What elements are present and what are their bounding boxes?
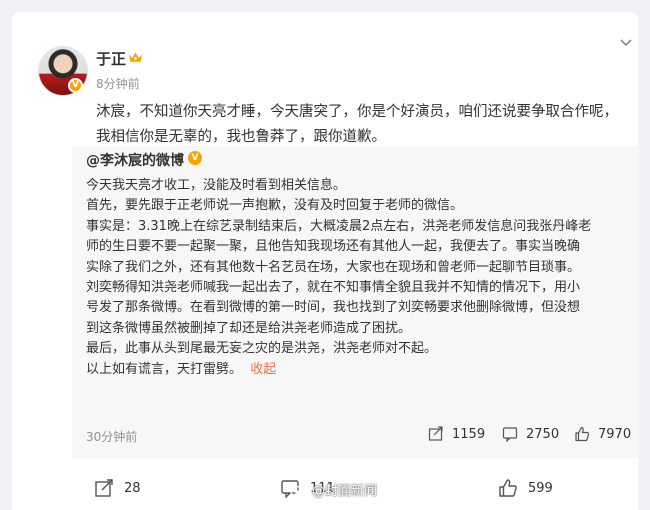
watermark: @封面新闻 <box>290 480 377 499</box>
comment-icon <box>502 427 518 442</box>
like-count: 7970 <box>598 426 632 442</box>
repost-text-line: 师的生日要不要一起聚一聚，且他告知我现场还有其他人一起，我便去了。事实当晚确 <box>86 239 581 255</box>
thumbs-up-icon <box>575 426 590 442</box>
share-icon <box>428 426 443 441</box>
post-author-name[interactable]: 于正 <box>96 48 126 69</box>
reposted-weibo[interactable]: @李沐宸的微博 V 今天我天亮才收工，没能及时看到相关信息。 首先，要先跟于正老… <box>72 146 638 458</box>
repost-text-line: 首先，要先跟于正老师说一声抱歉，没有及时回复于老师的微信。 <box>86 198 464 214</box>
repost-text-line: 到这条微博虽然被删掉了却还是给洪尧老师造成了困扰。 <box>86 320 412 336</box>
post-timestamp[interactable]: 8分钟前 <box>96 75 140 92</box>
repost-like-button[interactable]: 7970 <box>574 426 631 442</box>
collapse-link[interactable]: 收起 <box>250 362 276 377</box>
watermark-text: @封面新闻 <box>312 484 378 499</box>
like-count: 599 <box>528 480 553 496</box>
repost-text-line: 号发了那条微博。在看到微博的第一时间，我也找到了刘奕畅要求他删除微博，但没想 <box>86 300 581 316</box>
verified-badge-icon: V <box>68 78 83 93</box>
post-text-line: 沐宸，不知道你天亮才睡，今天唐突了，你是个好演员，咱们还说要争取合作呢， <box>96 104 618 120</box>
comment-count: 2750 <box>526 426 560 442</box>
chevron-down-icon[interactable] <box>618 34 634 50</box>
share-button[interactable]: 28 <box>94 478 141 498</box>
weibo-logo-icon <box>290 483 308 497</box>
share-icon <box>95 479 113 497</box>
repost-text-line: 实除了我们之外，还有其他数十名艺员在场，大家也在现场和曾老师一起聊节目琐事。 <box>86 259 581 275</box>
repost-text-line: 刘奕畅得知洪尧老师喊我一起出去了，就在不知事情全貌且我并不知情的情况下，用小 <box>86 280 581 296</box>
share-count: 1159 <box>452 426 486 442</box>
verified-badge-icon: V <box>188 151 202 165</box>
repost-last-line: 以上如有谎言，天打雷劈。 <box>86 361 243 377</box>
repost-timestamp[interactable]: 30分钟前 <box>86 428 137 445</box>
repost-text-line: 事实是：3.31晚上在综艺录制结束后，大概凌晨2点左右，洪尧老师发信息问我张丹峰… <box>86 218 592 234</box>
repost-share-button[interactable]: 1159 <box>428 426 485 442</box>
share-count: 28 <box>124 480 141 496</box>
vip-crown-icon <box>128 52 143 62</box>
repost-author-name[interactable]: @李沐宸的微博 <box>86 150 184 170</box>
post-text: 沐宸，不知道你天亮才睡，今天唐突了，你是个好演员，咱们还说要争取合作呢， 我相信… <box>96 100 636 150</box>
repost-text-line: 今天我天亮才收工，没能及时看到相关信息。 <box>86 178 347 193</box>
repost-text-line: 最后，此事从头到尾最无妄之灾的是洪尧，洪尧老师对不起。 <box>86 341 438 357</box>
repost-text-line: 以上如有谎言，天打雷劈。 收起 <box>86 360 626 380</box>
thumbs-up-icon <box>499 479 517 497</box>
repost-text: 今天我天亮才收工，没能及时看到相关信息。 首先，要先跟于正老师说一声抱歉，没有及… <box>86 176 626 380</box>
repost-comment-button[interactable]: 2750 <box>502 426 559 442</box>
like-button[interactable]: 599 <box>498 478 553 498</box>
